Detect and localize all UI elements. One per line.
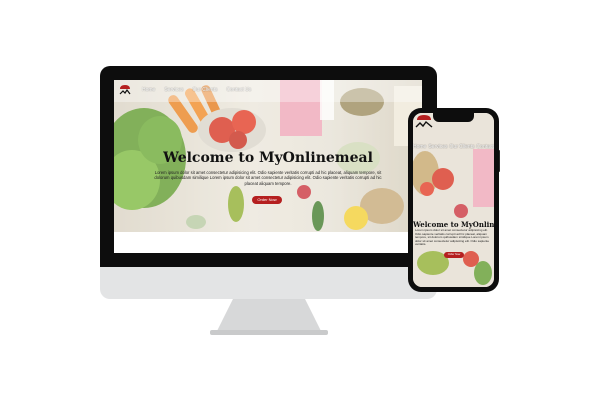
phone-nav-our-clients-link[interactable]: Our Clients (450, 144, 475, 150)
chef-hat-logo-icon[interactable] (118, 83, 132, 97)
hero-description: Lorem ipsum dolor sit amet consectetur a… (154, 170, 382, 186)
phone-hero-title: Welcome to MyOnlinemeal (413, 220, 494, 229)
phone-screen: Home Services Our Clients Contact Welcom… (413, 113, 494, 287)
phone-nav-services-link[interactable]: Services (428, 144, 447, 150)
order-now-button[interactable]: Order Now (252, 196, 282, 204)
nav-home-link[interactable]: Home (142, 87, 155, 93)
desktop-navbar: Home Services Our Clients Contact Us (114, 80, 422, 102)
nav-services-link[interactable]: Services (164, 87, 183, 93)
nav-our-clients-link[interactable]: Our Clients (193, 87, 218, 93)
hero-title: Welcome to MyOnlinemeal (163, 150, 373, 166)
monitor-stand-foot (210, 330, 328, 335)
phone-hero-overlay (413, 113, 494, 287)
monitor-chin (100, 267, 437, 299)
nav-contact-link[interactable]: Contact Us (227, 87, 252, 93)
desktop-nav-links: Home Services Our Clients Contact Us (142, 87, 251, 93)
monitor-stand-neck (216, 299, 322, 333)
page-below-hero (114, 232, 422, 253)
phone-nav-home-link[interactable]: Home (413, 144, 426, 150)
phone-mockup: Home Services Our Clients Contact Welcom… (408, 108, 499, 292)
phone-nav-contact-link[interactable]: Contact (477, 144, 494, 150)
phone-notch (433, 113, 474, 122)
desktop-screen: Home Services Our Clients Contact Us Wel… (114, 80, 422, 253)
phone-order-now-button[interactable]: Order Now (444, 252, 464, 258)
desktop-monitor-mockup: Home Services Our Clients Contact Us Wel… (100, 66, 437, 335)
phone-hero-description: Lorem ipsum dolor sit amet consectetur a… (415, 229, 490, 247)
phone-chef-hat-logo-icon[interactable] (413, 113, 435, 129)
phone-navbar: Home Services Our Clients Contact (413, 144, 494, 150)
